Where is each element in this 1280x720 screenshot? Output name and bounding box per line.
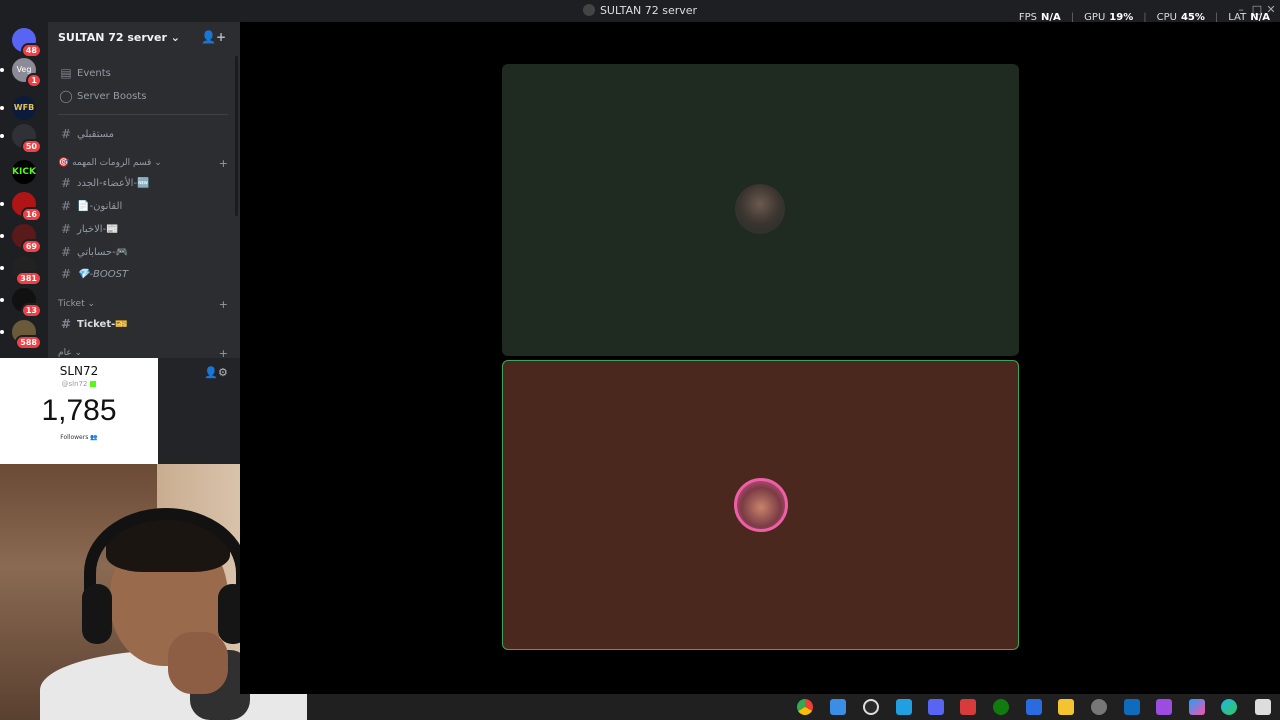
server-icon[interactable]: 16 [12, 192, 42, 222]
target-icon: 🎯 [58, 158, 70, 168]
chevron-down-icon: ⌄ [170, 31, 180, 44]
server-icon[interactable]: 381 [12, 256, 42, 286]
server-header[interactable]: SULTAN 72 server ⌄ 👤+ [48, 22, 240, 54]
server-icon-wfb[interactable]: WFB [12, 96, 36, 120]
category-header[interactable]: عام ⌄ + [58, 347, 228, 360]
unread-pill [0, 330, 4, 334]
edge-icon[interactable] [1221, 699, 1237, 715]
streamer-handle: @sln72 [0, 380, 158, 388]
channel-item[interactable]: # 📄-القانون [58, 196, 228, 216]
voice-call-stage [240, 22, 1280, 694]
participant-tile[interactable] [502, 64, 1019, 356]
participant-tile-speaking[interactable] [502, 360, 1019, 650]
hash-icon: # [60, 317, 72, 331]
unread-pill [0, 134, 4, 138]
unread-pill [0, 266, 4, 270]
unread-pill [0, 234, 4, 238]
category-header[interactable]: 🎯 قسم الرومات المهمه ⌄ + [58, 157, 228, 170]
add-channel-icon[interactable]: + [219, 157, 228, 170]
streamer-name: SLN72 [59, 364, 99, 378]
hash-icon: # [60, 176, 72, 190]
channel-item[interactable]: # الاخبار-📰 [58, 219, 228, 239]
hash-icon: # [60, 199, 72, 213]
channel-item[interactable]: # مستقبلي [58, 124, 228, 144]
channel-sidebar: SULTAN 72 server ⌄ 👤+ ▤ Events ◯ Server Bo… [48, 22, 240, 360]
hash-icon: # [60, 267, 72, 281]
channel-item[interactable]: # 💎-BOOST [58, 264, 228, 284]
direct-messages-icon[interactable]: 48 [12, 28, 42, 58]
mail-icon[interactable] [1124, 699, 1140, 715]
server-icon[interactable]: 588 [12, 320, 42, 350]
unread-pill [0, 68, 4, 72]
file-icon[interactable] [896, 699, 912, 715]
server-rail: 48 Veg 1 WFB 50 KICK 16 69 381 13 588 [0, 22, 48, 358]
follower-count-widget: SLN72 @sln72 1,785 Followers 👥 [0, 358, 158, 464]
server-icon[interactable]: 50 [12, 124, 42, 154]
taskbar [307, 694, 1280, 720]
add-channel-icon[interactable]: + [219, 298, 228, 311]
participant-avatar [735, 184, 785, 234]
channel-item[interactable]: # حساباتي-🎮 [58, 242, 228, 262]
follower-count: 1,785 [41, 394, 117, 427]
app3-icon[interactable] [1156, 699, 1172, 715]
server-icon-kick[interactable]: KICK [12, 160, 36, 184]
server-icon [582, 4, 595, 16]
calendar-icon: ▤ [60, 66, 72, 80]
server-icon-vegas[interactable]: Veg 1 [12, 58, 42, 88]
participant-avatar [734, 478, 788, 532]
boost-icon: ◯ [59, 89, 73, 103]
unread-pill [0, 298, 4, 302]
server-boosts-item[interactable]: ◯ Server Boosts [58, 86, 228, 106]
channel-item[interactable]: # Ticket-🎫 [58, 314, 228, 334]
unread-pill [0, 202, 4, 206]
user-panel: 👤 ⚙ [158, 358, 240, 464]
app2-icon[interactable] [1026, 699, 1042, 715]
people-icon: 👥 [90, 434, 98, 441]
headset-earcup [82, 584, 112, 644]
hash-icon: # [60, 222, 72, 236]
store-icon[interactable] [830, 699, 846, 715]
invite-people-icon[interactable]: 👤+ [201, 30, 226, 44]
windows-icon[interactable] [1255, 699, 1271, 715]
divider [58, 114, 228, 115]
app-icon[interactable] [960, 699, 976, 715]
add-member-icon[interactable]: 👤 [204, 366, 218, 379]
server-icon[interactable]: 69 [12, 224, 42, 254]
folder-icon[interactable] [1058, 699, 1074, 715]
scrollbar[interactable] [235, 56, 238, 216]
xbox-icon[interactable] [993, 699, 1009, 715]
unread-pill [0, 106, 4, 110]
obs-icon[interactable] [863, 699, 879, 715]
chrome-icon[interactable] [797, 699, 813, 715]
channel-item[interactable]: # الأعضاء-الجدد-🆕 [58, 173, 228, 193]
server-icon[interactable]: 13 [12, 288, 42, 318]
followers-label: Followers 👥 [60, 434, 98, 441]
hash-icon: # [60, 245, 72, 259]
gear-icon[interactable]: ⚙ [218, 366, 228, 379]
category-header[interactable]: Ticket ⌄ + [58, 298, 228, 311]
settings-icon[interactable] [1091, 699, 1107, 715]
copilot-icon[interactable] [1189, 699, 1205, 715]
discord-icon[interactable] [928, 699, 944, 715]
hash-icon: # [60, 127, 72, 141]
verified-icon [90, 381, 97, 387]
person-hand [168, 632, 228, 694]
events-item[interactable]: ▤ Events [58, 63, 228, 83]
